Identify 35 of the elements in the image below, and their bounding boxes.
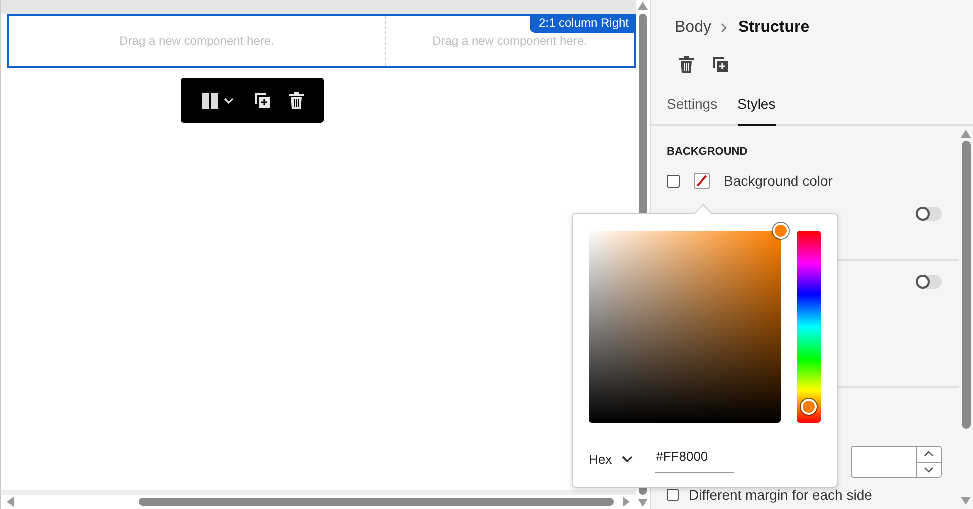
chevron-down-icon <box>924 466 934 473</box>
arrow-up-icon[interactable] <box>961 130 971 138</box>
delete-icon <box>679 56 694 73</box>
chevron-up-icon <box>924 451 934 458</box>
arrow-up-icon[interactable] <box>638 2 648 10</box>
arrow-left-icon[interactable] <box>7 497 15 507</box>
number-field[interactable] <box>851 446 942 478</box>
tab[interactable]: Styles <box>738 88 776 126</box>
color-area[interactable] <box>589 231 781 423</box>
checkbox[interactable] <box>667 174 680 188</box>
delete-icon <box>288 92 304 109</box>
section-label: 2:1 column Right <box>530 14 636 33</box>
layout-icon <box>202 92 236 110</box>
toggle-switch[interactable] <box>916 275 942 289</box>
duplicate-icon <box>254 92 270 109</box>
hue-slider-handle[interactable] <box>801 399 817 416</box>
arrow-right-icon[interactable] <box>622 497 630 507</box>
breadcrumb-link[interactable]: Body <box>675 19 712 37</box>
chevron-right-icon <box>721 23 728 33</box>
horizontal-scrollbar[interactable] <box>1 490 636 509</box>
breadcrumb-current: Structure <box>738 19 810 37</box>
toggle-switch[interactable] <box>916 207 942 221</box>
hue-slider[interactable] <box>797 231 821 423</box>
section-heading: BACKGROUND <box>667 145 749 158</box>
arrow-down-icon[interactable] <box>961 497 971 505</box>
color-area-handle[interactable] <box>773 223 789 239</box>
checkbox-label: Background color <box>724 173 833 189</box>
checkbox[interactable] <box>667 489 679 501</box>
chevron-down-icon <box>622 456 634 462</box>
checkbox-label: Different margin for each side <box>689 487 872 503</box>
arrow-down-icon[interactable] <box>638 499 648 507</box>
no-color-swatch[interactable] <box>694 173 710 189</box>
tab[interactable]: Settings <box>667 88 718 126</box>
format-dropdown[interactable]: Hex <box>589 452 634 466</box>
duplicate-icon <box>712 56 729 73</box>
